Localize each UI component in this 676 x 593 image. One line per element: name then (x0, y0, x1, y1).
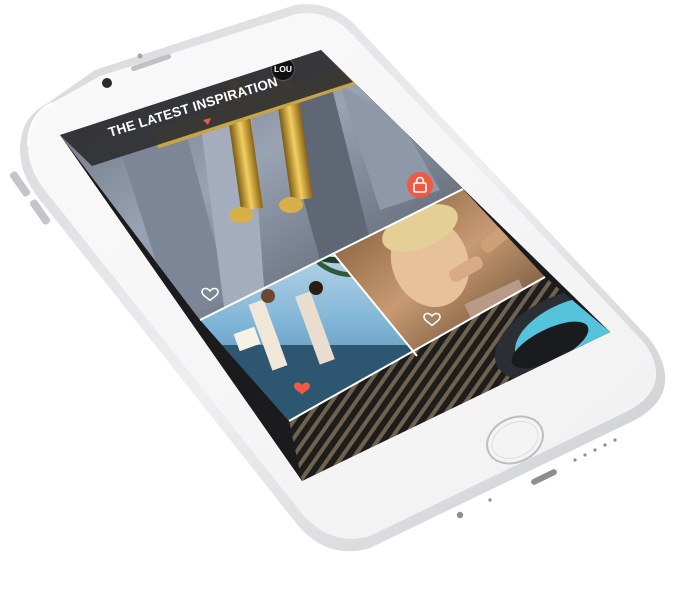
charging-port (531, 469, 557, 485)
microphone-hole (488, 498, 492, 502)
phone-illustration: THE LATEST INSPIRATION LOU (9, 4, 666, 552)
phone-mockup: THE LATEST INSPIRATION LOU (0, 0, 676, 593)
front-camera (102, 78, 112, 88)
shop-button[interactable] (407, 172, 433, 198)
avatar-initials: LOU (274, 64, 292, 74)
headphone-jack (456, 511, 464, 519)
proximity-sensor (137, 53, 143, 59)
